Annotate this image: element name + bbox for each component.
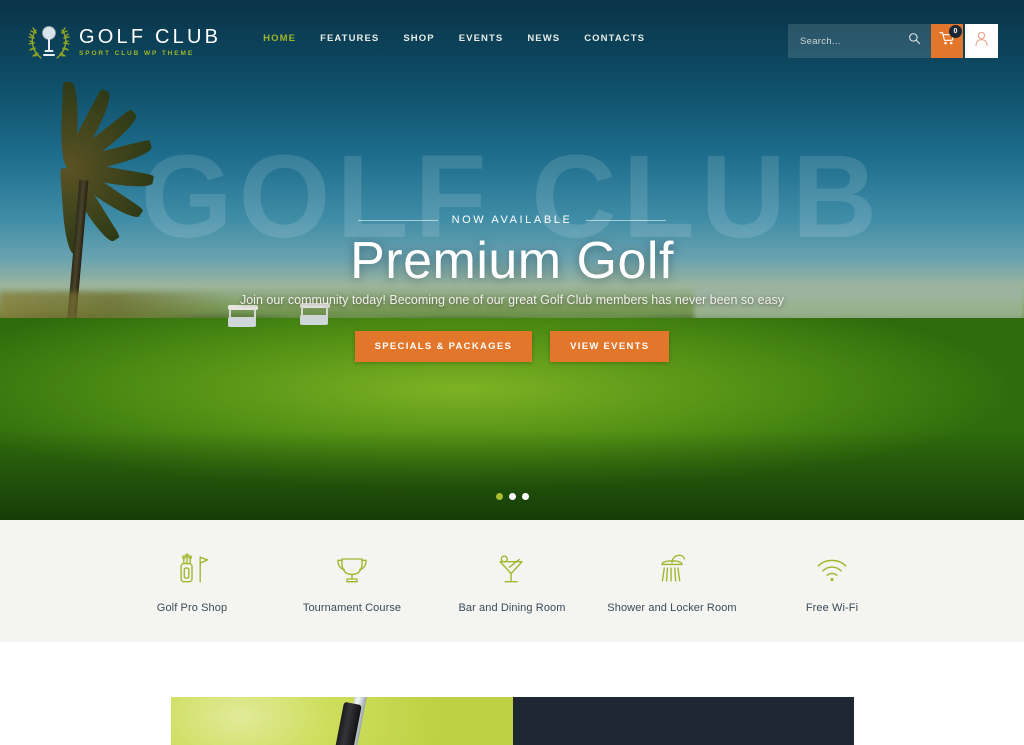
- feature-label: Tournament Course: [302, 602, 402, 614]
- feature-free-wifi[interactable]: Free Wi-Fi: [752, 548, 912, 614]
- cart-button[interactable]: 0: [931, 24, 963, 58]
- logo-subtitle: SPORT CLUB WP THEME: [79, 49, 195, 57]
- feature-bar-and-dining-room[interactable]: Bar and Dining Room: [432, 548, 592, 614]
- slider-dot-1[interactable]: [495, 493, 503, 500]
- feature-label: Free Wi-Fi: [805, 602, 859, 614]
- feature-label: Bar and Dining Room: [458, 602, 566, 614]
- search-icon[interactable]: [908, 32, 921, 50]
- search-input[interactable]: [800, 35, 908, 47]
- features-strip: Golf Pro Shop Tournament Course Bar and …: [0, 520, 1024, 642]
- nav-item-home[interactable]: HOME: [263, 33, 296, 44]
- hero-title: Premium Golf: [350, 232, 674, 290]
- wifi-icon: [752, 548, 912, 590]
- nav-item-contacts[interactable]: CONTACTS: [584, 33, 645, 44]
- kicker-rule-right: [586, 219, 667, 221]
- slider-dots: [0, 493, 1024, 500]
- hero-subtitle: Join our community today! Becoming one o…: [239, 293, 785, 307]
- specials-packages-button[interactable]: SPECIALS & PACKAGES: [354, 331, 533, 362]
- site-logo[interactable]: GOLF CLUB SPORT CLUB WP THEME: [28, 20, 221, 64]
- feature-shower-and-locker-room[interactable]: Shower and Locker Room: [592, 548, 752, 614]
- shower-head-icon: [592, 548, 752, 590]
- cart-count-badge: 0: [949, 25, 962, 38]
- feature-golf-pro-shop[interactable]: Golf Pro Shop: [112, 548, 272, 614]
- feature-label: Golf Pro Shop: [156, 602, 228, 614]
- search-box[interactable]: [788, 24, 931, 58]
- header-actions: 0: [788, 24, 998, 58]
- main-navigation: HOME FEATURES SHOP EVENTS NEWS CONTACTS: [263, 33, 645, 44]
- user-account-icon: [974, 31, 989, 52]
- view-events-button[interactable]: VIEW EVENTS: [550, 331, 670, 362]
- slider-dot-3[interactable]: [521, 493, 529, 500]
- page-root: GOLF CLUB NOW AVAILABLE Premium Golf Joi…: [0, 0, 1024, 745]
- hero-content: NOW AVAILABLE Premium Golf Join our comm…: [0, 214, 1024, 362]
- promo-image-golf-club: [171, 697, 513, 745]
- logo-title: GOLF CLUB: [79, 25, 222, 48]
- promo-dark-panel: [513, 697, 854, 745]
- account-button[interactable]: [965, 24, 998, 58]
- nav-item-news[interactable]: NEWS: [527, 33, 560, 44]
- promo-panel: [171, 697, 854, 745]
- feature-label: Shower and Locker Room: [607, 602, 737, 614]
- trophy-icon: [272, 548, 432, 590]
- logo-text-block: GOLF CLUB SPORT CLUB WP THEME: [79, 27, 221, 58]
- laurel-golf-tee-icon: [28, 20, 70, 64]
- cocktail-glass-icon: [432, 548, 592, 590]
- nav-item-features[interactable]: FEATURES: [320, 33, 379, 44]
- slider-dot-2[interactable]: [508, 493, 516, 500]
- below-fold-section: [0, 642, 1024, 745]
- feature-tournament-course[interactable]: Tournament Course: [272, 548, 432, 614]
- nav-item-shop[interactable]: SHOP: [403, 33, 434, 44]
- golf-bag-flag-icon: [112, 548, 272, 590]
- hero-kicker: NOW AVAILABLE: [451, 214, 573, 226]
- hero-kicker-row: NOW AVAILABLE: [0, 214, 1024, 226]
- nav-item-events[interactable]: EVENTS: [459, 33, 504, 44]
- site-header: GOLF CLUB SPORT CLUB WP THEME HOME FEATU…: [0, 0, 1024, 82]
- kicker-rule-left: [357, 219, 438, 221]
- hero-cta-group: SPECIALS & PACKAGES VIEW EVENTS: [0, 331, 1024, 362]
